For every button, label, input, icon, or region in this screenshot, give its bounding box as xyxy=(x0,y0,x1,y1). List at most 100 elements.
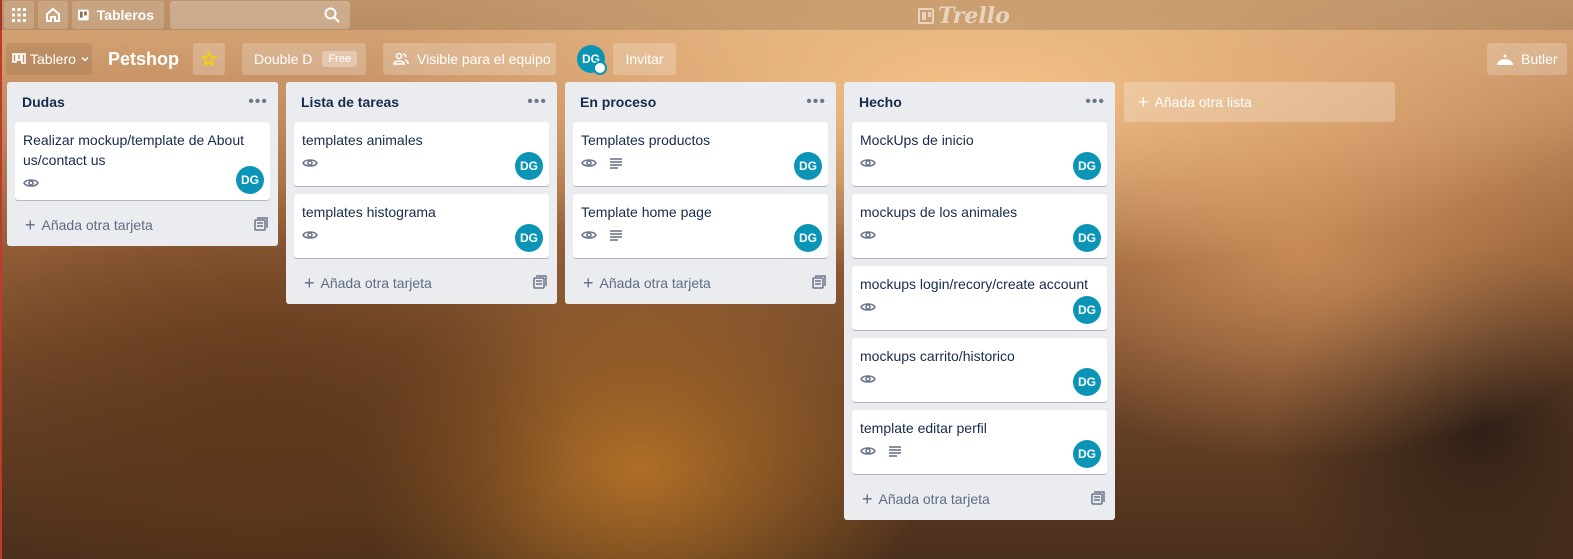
add-card-label: Añada otra tarjeta xyxy=(41,217,153,233)
watch-eye-icon xyxy=(860,300,876,316)
trello-logo-icon xyxy=(918,8,934,24)
butler-button[interactable]: Butler xyxy=(1487,43,1567,75)
card-title: Templates productos xyxy=(581,132,711,148)
card[interactable]: Template home page DG xyxy=(573,194,828,258)
add-card-button[interactable]: + Añada otra tarjeta xyxy=(862,489,990,509)
visibility-button[interactable]: Visible para el equipo xyxy=(383,43,556,75)
list-2: En proceso ••• Templates productos DG Templa… xyxy=(565,82,836,304)
avatar[interactable]: DG xyxy=(794,152,822,180)
description-icon xyxy=(609,228,623,244)
plan-badge: Free xyxy=(322,51,357,67)
card[interactable]: mockups login/recory/create account DG xyxy=(852,266,1107,330)
list-title[interactable]: Lista de tareas xyxy=(301,94,399,110)
card-template-icon[interactable] xyxy=(533,274,547,292)
card[interactable]: MockUps de inicio DG xyxy=(852,122,1107,186)
card-badges xyxy=(860,226,1101,246)
description-icon xyxy=(609,156,623,172)
more-options-icon[interactable]: ••• xyxy=(806,94,826,110)
team-visibility-icon xyxy=(393,52,409,65)
card-title: Realizar mockup/template de About us/con… xyxy=(23,132,245,168)
avatar[interactable]: DG xyxy=(1073,440,1101,468)
team-button[interactable]: Double D Free xyxy=(242,43,366,75)
more-options-icon[interactable]: ••• xyxy=(248,94,268,110)
list-header[interactable]: Dudas ••• xyxy=(7,82,278,122)
card-title: mockups de los animales xyxy=(860,204,1018,220)
add-card-button[interactable]: + Añada otra tarjeta xyxy=(583,274,711,292)
card-title: templates histograma xyxy=(302,204,436,220)
board-title[interactable]: Petshop xyxy=(102,43,185,75)
watch-eye-icon xyxy=(860,444,876,460)
plus-icon: + xyxy=(25,215,36,235)
avatar[interactable]: DG xyxy=(1073,296,1101,324)
boards-button[interactable]: Tableros xyxy=(72,1,164,29)
card[interactable]: mockups de los animales DG xyxy=(852,194,1107,258)
card-title: mockups login/recory/create account xyxy=(860,276,1088,292)
search-input[interactable] xyxy=(170,1,350,29)
search-icon xyxy=(324,7,340,23)
trello-logo-text: Trello xyxy=(938,3,1010,29)
avatar[interactable]: DG xyxy=(236,166,264,194)
apps-grid-icon xyxy=(12,8,26,22)
add-card-button[interactable]: + Añada otra tarjeta xyxy=(304,274,432,292)
more-options-icon[interactable]: ••• xyxy=(527,94,547,110)
chevron-down-icon xyxy=(81,56,89,62)
avatar[interactable]: DG xyxy=(1073,152,1101,180)
apps-button[interactable] xyxy=(4,1,34,29)
avatar[interactable]: DG xyxy=(1073,368,1101,396)
card-template-icon[interactable] xyxy=(254,216,268,234)
card[interactable]: Templates productos DG xyxy=(573,122,828,186)
board-member[interactable]: DG xyxy=(576,43,607,75)
boards-label: Tableros xyxy=(96,7,154,23)
board-header: Tablero Petshop Double D Free Visible pa… xyxy=(0,40,1573,76)
trello-logo[interactable]: Trello xyxy=(918,3,1010,29)
card[interactable]: templates histograma DG xyxy=(294,194,549,258)
card-title: MockUps de inicio xyxy=(860,132,974,148)
star-button[interactable] xyxy=(193,43,225,75)
card-template-icon[interactable] xyxy=(1091,490,1105,508)
invite-button[interactable]: Invitar xyxy=(613,43,676,75)
card[interactable]: template editar perfil DG xyxy=(852,410,1107,474)
card-title: templates animales xyxy=(302,132,423,148)
watch-eye-icon xyxy=(23,176,39,192)
list-title[interactable]: Dudas xyxy=(22,94,65,110)
card-badges xyxy=(860,298,1101,318)
card[interactable]: templates animales DG xyxy=(294,122,549,186)
list-footer: + Añada otra tarjeta xyxy=(844,482,1115,520)
add-card-button[interactable]: + Añada otra tarjeta xyxy=(25,215,153,235)
board-view-switcher[interactable]: Tablero xyxy=(6,43,92,75)
list-header[interactable]: Hecho ••• xyxy=(844,82,1115,122)
card-template-icon[interactable] xyxy=(812,274,826,292)
add-card-label: Añada otra tarjeta xyxy=(320,275,432,291)
boards-icon xyxy=(78,9,89,21)
card-title: mockups carrito/historico xyxy=(860,348,1015,364)
avatar[interactable]: DG xyxy=(515,152,543,180)
list-header[interactable]: Lista de tareas ••• xyxy=(286,82,557,122)
watch-eye-icon xyxy=(581,156,597,172)
card-title: Template home page xyxy=(581,204,712,220)
list-3: Hecho ••• MockUps de inicio DG mockups de lo… xyxy=(844,82,1115,520)
more-options-icon[interactable]: ••• xyxy=(1085,94,1105,110)
add-list-button[interactable]: + Añada otra lista xyxy=(1124,82,1395,122)
star-icon xyxy=(201,51,217,67)
card[interactable]: Realizar mockup/template de About us/con… xyxy=(15,122,270,200)
butler-icon xyxy=(1497,54,1513,65)
butler-label: Butler xyxy=(1521,51,1558,67)
avatar[interactable]: DG xyxy=(1073,224,1101,252)
watch-eye-icon xyxy=(581,228,597,244)
plus-icon: + xyxy=(862,489,873,509)
list-footer: + Añada otra tarjeta xyxy=(7,208,278,246)
top-header: Tableros Trello xyxy=(0,0,1573,30)
home-icon xyxy=(46,7,60,22)
card[interactable]: mockups carrito/historico DG xyxy=(852,338,1107,402)
add-card-label: Añada otra tarjeta xyxy=(878,491,990,507)
list-title[interactable]: En proceso xyxy=(580,94,656,110)
list-header[interactable]: En proceso ••• xyxy=(565,82,836,122)
card-badges xyxy=(581,154,822,174)
home-button[interactable] xyxy=(38,1,68,29)
add-list-label: Añada otra lista xyxy=(1154,94,1252,110)
card-badges xyxy=(302,226,543,246)
list-title[interactable]: Hecho xyxy=(859,94,902,110)
avatar[interactable]: DG xyxy=(794,224,822,252)
avatar[interactable]: DG xyxy=(515,224,543,252)
board-view-icon xyxy=(12,53,26,64)
